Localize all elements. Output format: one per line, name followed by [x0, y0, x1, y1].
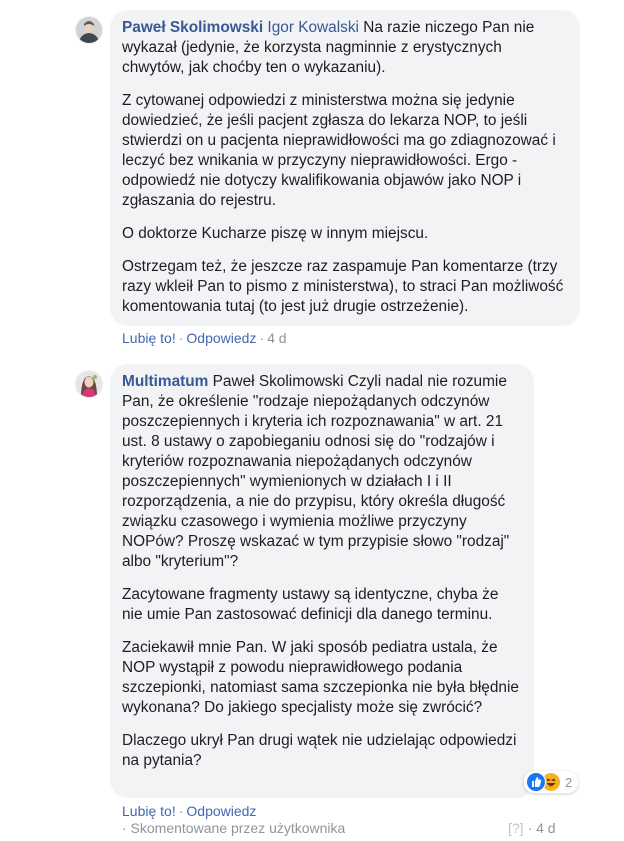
comment-paragraph: Zacytowane fragmenty ustawy są identyczn… [122, 586, 499, 623]
mention-text[interactable]: Paweł Skolimowski [213, 373, 344, 390]
reactions-count: 2 [565, 774, 573, 790]
author-name[interactable]: Paweł Skolimowski [122, 19, 263, 36]
comment-actions: Lubię to! · Odpowiedz · 4 d [122, 330, 287, 346]
avatar[interactable] [76, 371, 102, 397]
author-name[interactable]: Multimatum [122, 373, 208, 390]
comment-bubble: Multimatum Paweł Skolimowski Czyli nadal… [110, 364, 534, 798]
comment-paragraph: Paweł Skolimowski Igor Kowalski Na razie… [122, 18, 568, 78]
timestamp[interactable]: 4 d [267, 330, 286, 346]
thumbs-up-icon [526, 772, 546, 792]
commented-by-label: · Skomentowane przez użytkownika [122, 820, 346, 836]
comment-paragraph: O doktorze Kucharze piszę w innym miejsc… [122, 225, 429, 242]
avatar[interactable] [76, 17, 102, 43]
comment-paragraph: Z cytowanej odpowiedzi z ministerstwa mo… [122, 92, 556, 209]
comment-paragraph: Dlaczego ukrył Pan drugi wątek nie udzie… [122, 732, 517, 769]
help-link[interactable]: [?] [508, 820, 524, 836]
comment-text: Czyli nadal nie rozumie Pan, że określen… [122, 373, 510, 570]
separator: · [259, 330, 265, 346]
reply-button[interactable]: Odpowiedz [186, 803, 256, 819]
comment-bubble: Paweł Skolimowski Igor Kowalski Na razie… [110, 10, 580, 326]
timestamp[interactable]: · 4 d [528, 820, 556, 836]
like-button[interactable]: Lubię to! [122, 803, 176, 819]
comment-meta: [?] · 4 d [508, 820, 556, 836]
like-button[interactable]: Lubię to! [122, 330, 176, 346]
comment-paragraph: Multimatum Paweł Skolimowski Czyli nadal… [122, 372, 522, 572]
separator: · [178, 803, 184, 819]
comment-paragraph: Ostrzegam też, że jeszcze raz zaspamuje … [122, 258, 564, 315]
comment-paragraph: Zaciekawił mnie Pan. W jaki sposób pedia… [122, 639, 519, 716]
reply-button[interactable]: Odpowiedz [186, 330, 256, 346]
reactions-summary[interactable]: 2 [524, 771, 579, 793]
comment-actions: Lubię to! · Odpowiedz [122, 803, 256, 819]
separator: · [178, 330, 184, 346]
mention-link[interactable]: Igor Kowalski [267, 19, 359, 36]
